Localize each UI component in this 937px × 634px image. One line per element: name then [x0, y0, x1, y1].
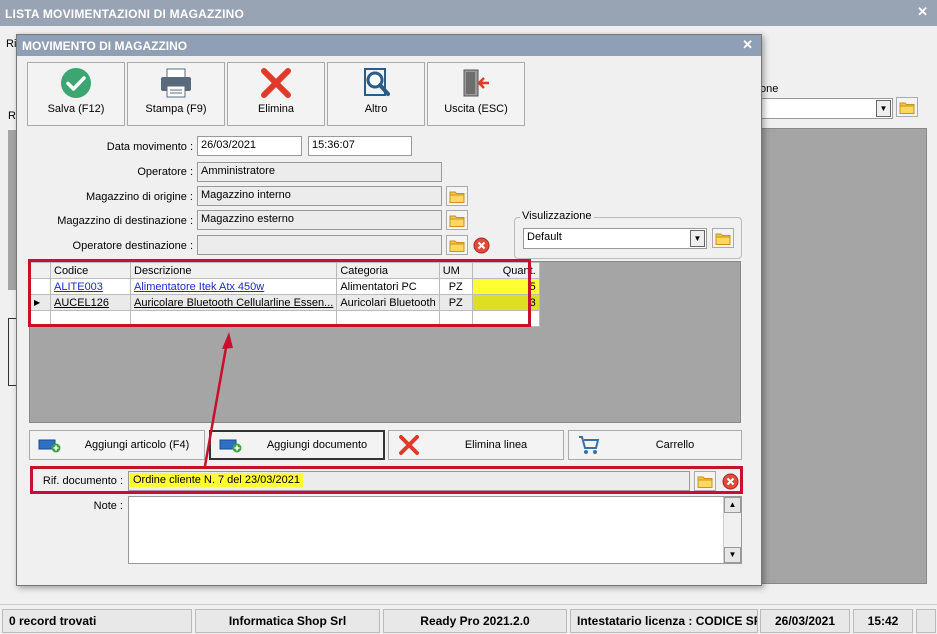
status-bar: 0 record trovati Informatica Shop Srl Re…: [0, 604, 937, 634]
status-company: Informatica Shop Srl: [195, 609, 380, 633]
status-date: 26/03/2021: [760, 609, 850, 633]
status-version: Ready Pro 2021.2.0: [383, 609, 567, 633]
status-panel: [916, 609, 936, 633]
status-records: 0 record trovati: [2, 609, 192, 633]
annotation-arrow: [203, 332, 233, 467]
status-license: Intestatario licenza : CODICE SRL: [570, 609, 758, 633]
status-time: 15:42: [853, 609, 913, 633]
